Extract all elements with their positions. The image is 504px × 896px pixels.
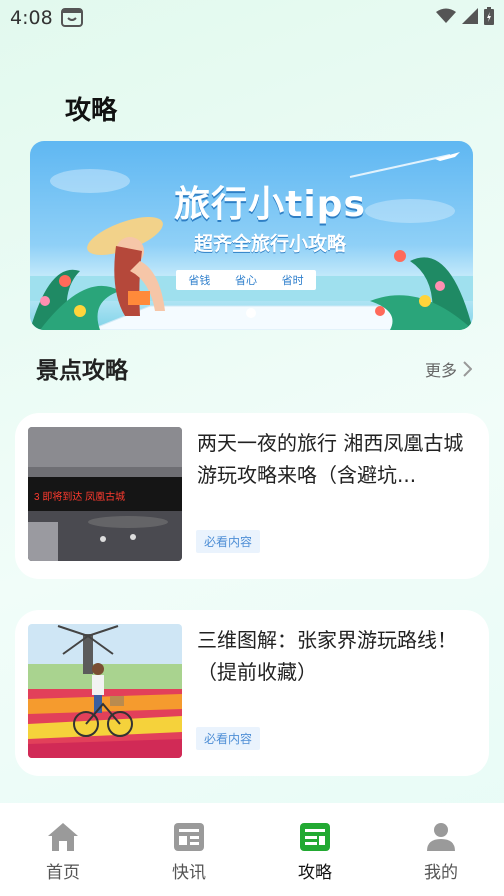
- chevron-right-icon: [463, 361, 472, 377]
- more-label: 更多: [424, 361, 457, 380]
- guide-icon: [300, 823, 330, 851]
- article-card[interactable]: 3 即将到达 凤凰古城 两天一夜的旅行 湘西凤凰古城游玩攻略来咯（含避坑... …: [15, 413, 489, 579]
- page-title: 攻略: [65, 96, 118, 126]
- tab-home[interactable]: 首页: [0, 803, 126, 896]
- banner-subtitle: 超齐全旅行小攻略: [193, 233, 346, 255]
- tab-label: 攻略: [298, 863, 332, 883]
- article-thumbnail: 3 即将到达 凤凰古城: [28, 427, 182, 561]
- article-title: 两天一夜的旅行 湘西凤凰古城游玩攻略来咯（含避坑...: [197, 431, 464, 487]
- article-tag: 必看内容: [196, 727, 261, 750]
- article-title: 三维图解：张家界游玩路线！（提前收藏）: [197, 628, 457, 684]
- tab-profile[interactable]: 我的: [378, 803, 504, 896]
- article-thumbnail: [28, 624, 182, 758]
- wifi-icon: [436, 8, 456, 23]
- tab-label: 首页: [46, 863, 80, 883]
- section-title: 景点攻略: [36, 358, 128, 384]
- status-bar: 4:08: [0, 0, 504, 36]
- banner-tags: 省钱 省心 省时: [176, 270, 316, 290]
- banner-tag: 省心: [234, 274, 257, 287]
- profile-icon: [427, 823, 455, 851]
- tab-guide[interactable]: 攻略: [252, 803, 378, 896]
- status-time: 4:08: [10, 7, 53, 29]
- signal-icon: [462, 8, 478, 24]
- banner-title: 旅行小tips: [174, 184, 366, 225]
- tab-label: 我的: [424, 863, 458, 883]
- banner-tag: 省时: [281, 274, 304, 287]
- home-icon: [48, 823, 78, 851]
- bottom-tab-bar: 首页 快讯 攻略 我的: [0, 803, 504, 896]
- news-icon: [174, 823, 204, 851]
- tab-label: 快讯: [172, 863, 206, 883]
- more-button[interactable]: 更多: [425, 357, 472, 381]
- carousel-indicator-dot[interactable]: [246, 308, 256, 318]
- tab-news[interactable]: 快讯: [126, 803, 252, 896]
- article-tag: 必看内容: [196, 530, 261, 553]
- banner-tag: 省钱: [188, 274, 211, 287]
- battery-charging-icon: [484, 7, 494, 25]
- thumbnail-sign-text: 3 即将到达 凤凰古城: [34, 490, 125, 503]
- app-notification-icon: [61, 8, 83, 27]
- banner-carousel[interactable]: 旅行小tips 超齐全旅行小攻略 省钱 省心 省时: [30, 141, 473, 330]
- article-card[interactable]: 三维图解：张家界游玩路线！（提前收藏） 必看内容: [15, 610, 489, 776]
